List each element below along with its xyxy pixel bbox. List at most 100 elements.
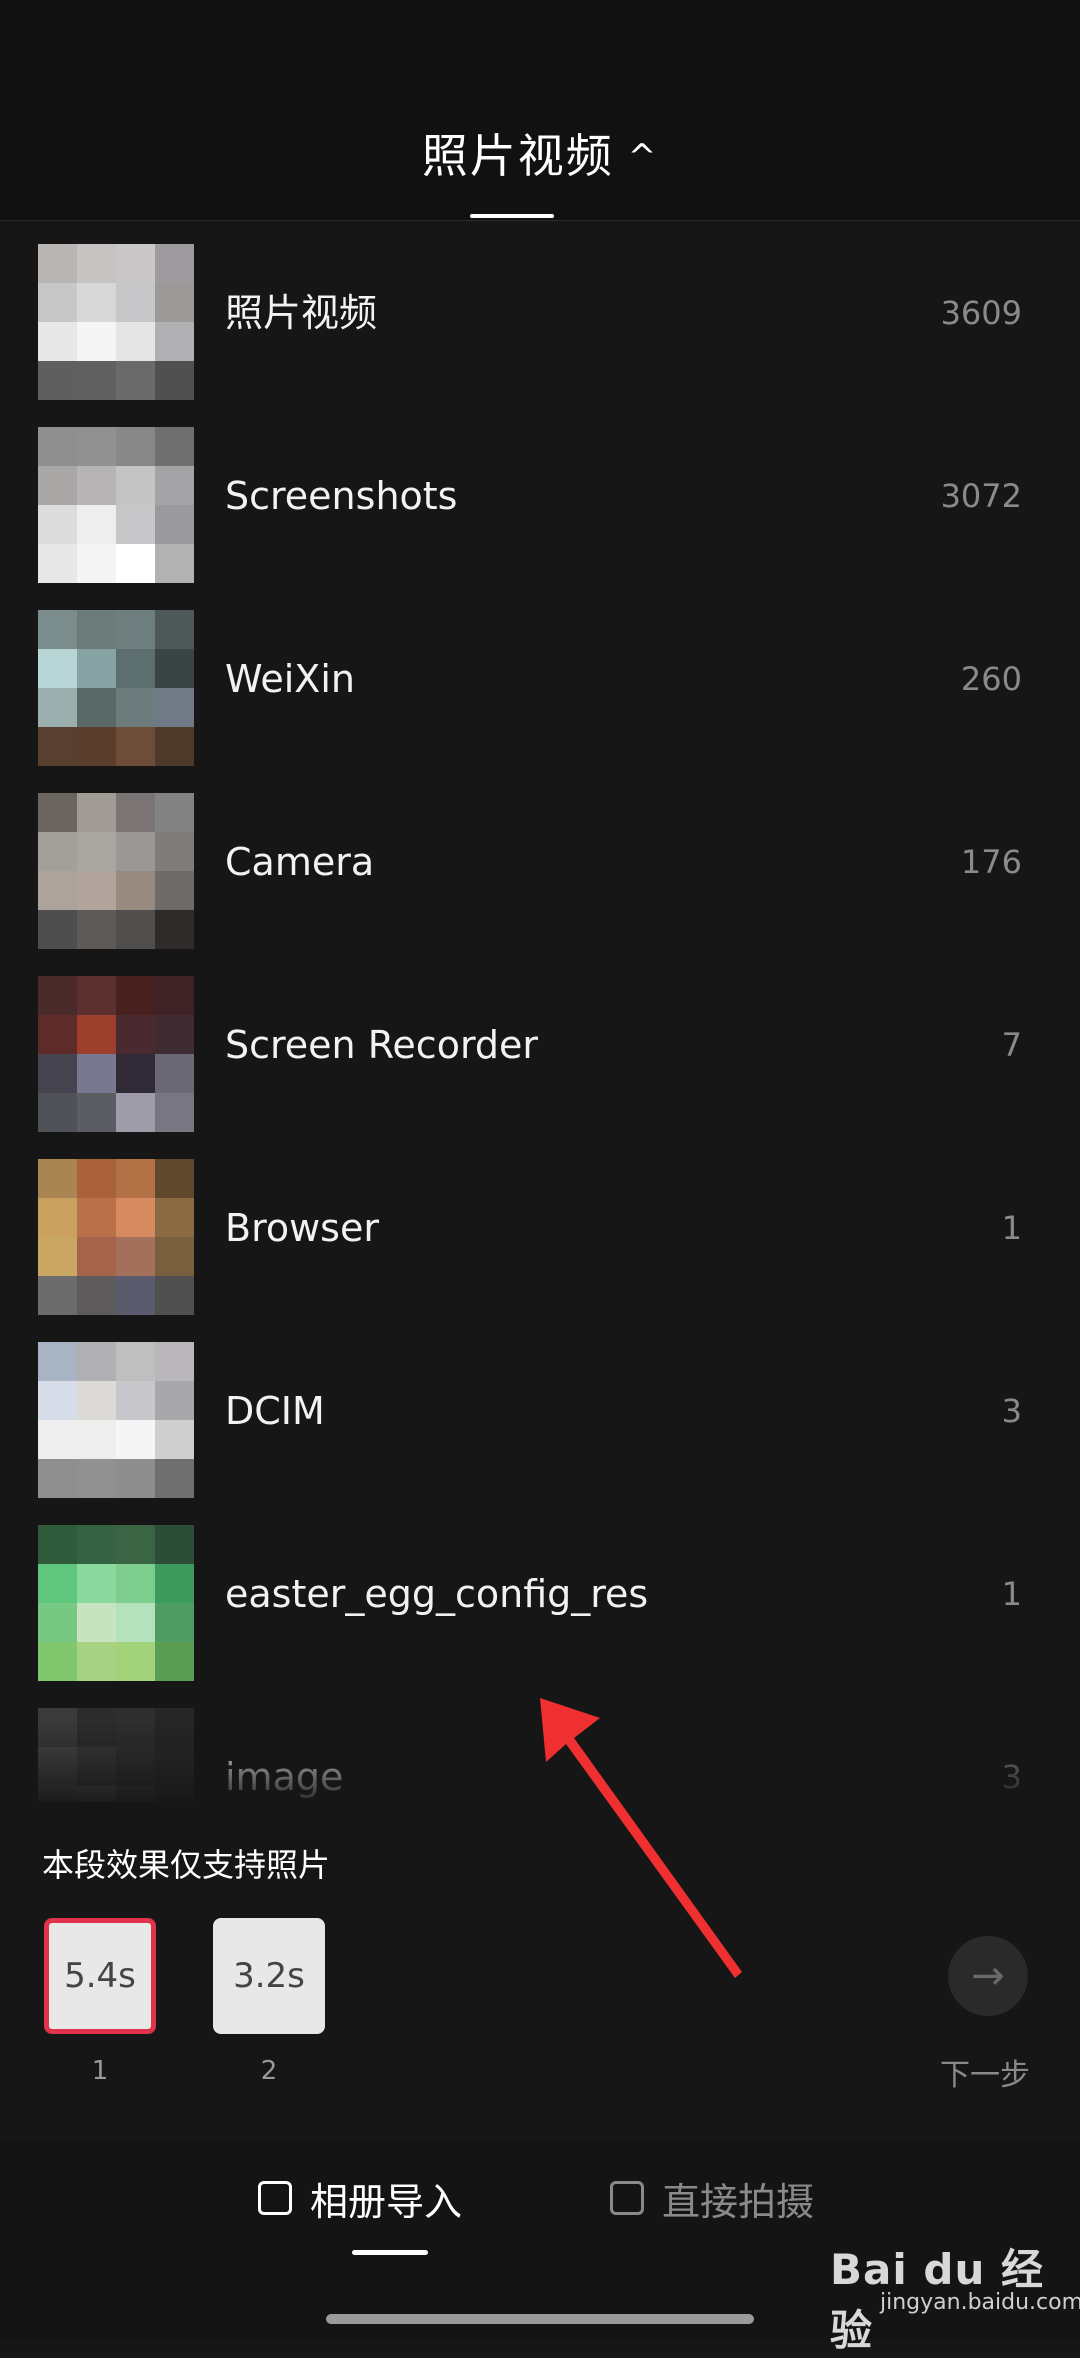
thumbnail-pixel xyxy=(116,832,155,871)
album-count: 3072 xyxy=(940,477,1022,515)
thumbnail-pixel xyxy=(77,1459,116,1498)
thumbnail-pixel xyxy=(155,1381,194,1420)
thumbnail-pixel xyxy=(116,1198,155,1237)
tab-album-import[interactable]: 相册导入 xyxy=(258,2148,462,2248)
thumbnail-pixel xyxy=(155,544,194,583)
thumbnail-pixel xyxy=(38,283,77,322)
thumbnail-pixel xyxy=(38,976,77,1015)
album-thumbnail xyxy=(38,244,194,400)
thumbnail-pixel xyxy=(77,544,116,583)
album-row[interactable]: Screen Recorder 7 xyxy=(0,954,1080,1137)
thumbnail-pixel xyxy=(77,1342,116,1381)
thumbnail-pixel xyxy=(155,283,194,322)
album-row[interactable]: easter_egg_config_res 1 xyxy=(0,1503,1080,1686)
thumbnail-pixel xyxy=(77,1198,116,1237)
thumbnail-pixel xyxy=(77,1525,116,1564)
tab-underline xyxy=(352,2250,428,2255)
thumbnail-pixel xyxy=(155,1198,194,1237)
album-name: easter_egg_config_res xyxy=(225,1572,649,1616)
next-button[interactable]: → xyxy=(948,1936,1028,2016)
thumbnail-pixel xyxy=(77,610,116,649)
album-thumbnail xyxy=(38,976,194,1132)
album-row[interactable]: Camera 176 xyxy=(0,771,1080,954)
thumbnail-pixel xyxy=(38,610,77,649)
thumbnail-pixel xyxy=(77,1276,116,1315)
thumbnail-pixel xyxy=(38,505,77,544)
thumbnail-pixel xyxy=(155,1237,194,1276)
album-row[interactable]: WeiXin 260 xyxy=(0,588,1080,771)
thumbnail-pixel xyxy=(38,1420,77,1459)
thumbnail-pixel xyxy=(38,793,77,832)
album-list[interactable]: 照片视频 3609 Screenshots 3072 WeiXin 260 Ca… xyxy=(0,222,1080,1802)
thumbnail-pixel xyxy=(116,1459,155,1498)
thumbnail-pixel xyxy=(155,1420,194,1459)
thumbnail-pixel xyxy=(116,1603,155,1642)
next-label: 下一步 xyxy=(940,2058,1030,2093)
home-indicator[interactable] xyxy=(326,2314,754,2324)
chevron-up-icon: ^ xyxy=(627,137,659,177)
list-fade xyxy=(0,1720,1080,1810)
album-row[interactable]: DCIM 3 xyxy=(0,1320,1080,1503)
album-row[interactable]: Screenshots 3072 xyxy=(0,405,1080,588)
thumbnail-pixel xyxy=(77,1603,116,1642)
thumbnail-pixel xyxy=(155,649,194,688)
album-name: Browser xyxy=(225,1206,379,1250)
thumbnail-pixel xyxy=(116,1525,155,1564)
thumbnail-pixel xyxy=(77,1015,116,1054)
thumbnail-pixel xyxy=(77,505,116,544)
album-thumbnail xyxy=(38,610,194,766)
album-count: 260 xyxy=(960,660,1022,698)
thumbnail-pixel xyxy=(38,322,77,361)
thumbnail-pixel xyxy=(155,1642,194,1681)
clip-slot-1[interactable]: 5.4s xyxy=(44,1918,156,2034)
thumbnail-pixel xyxy=(77,832,116,871)
album-selector[interactable]: 照片视频 ^ xyxy=(0,120,1080,186)
thumbnail-pixel xyxy=(38,1237,77,1276)
thumbnail-pixel xyxy=(77,244,116,283)
thumbnail-pixel xyxy=(116,1642,155,1681)
thumbnail-pixel xyxy=(155,244,194,283)
thumbnail-pixel xyxy=(38,1525,77,1564)
tab-direct-shoot[interactable]: 直接拍摄 xyxy=(610,2148,814,2248)
thumbnail-pixel xyxy=(77,322,116,361)
album-count: 1 xyxy=(1001,1209,1022,1247)
thumbnail-pixel xyxy=(77,871,116,910)
thumbnail-pixel xyxy=(116,322,155,361)
thumbnail-pixel xyxy=(155,832,194,871)
arrow-right-icon: → xyxy=(971,1953,1005,1999)
album-name: Screen Recorder xyxy=(225,1023,539,1067)
tab-label: 直接拍摄 xyxy=(662,2179,815,2224)
thumbnail-pixel xyxy=(38,1093,77,1132)
album-row[interactable]: Browser 1 xyxy=(0,1137,1080,1320)
thumbnail-pixel xyxy=(155,466,194,505)
thumbnail-pixel xyxy=(38,1276,77,1315)
photo-only-notice: 本段效果仅支持照片 xyxy=(42,1846,331,1884)
thumbnail-pixel xyxy=(116,910,155,949)
thumbnail-pixel xyxy=(77,361,116,400)
thumbnail-pixel xyxy=(77,793,116,832)
thumbnail-pixel xyxy=(38,1054,77,1093)
thumbnail-pixel xyxy=(116,283,155,322)
clip-slot-2[interactable]: 3.2s xyxy=(213,1918,325,2034)
thumbnail-pixel xyxy=(116,244,155,283)
thumbnail-pixel xyxy=(116,727,155,766)
album-count: 7 xyxy=(1001,1026,1022,1064)
thumbnail-pixel xyxy=(77,1093,116,1132)
thumbnail-pixel xyxy=(38,244,77,283)
thumbnail-pixel xyxy=(116,1093,155,1132)
album-name: Camera xyxy=(225,840,375,884)
thumbnail-pixel xyxy=(116,1276,155,1315)
header: 照片视频 ^ xyxy=(0,0,1080,221)
thumbnail-pixel xyxy=(116,1381,155,1420)
album-thumbnail xyxy=(38,1342,194,1498)
thumbnail-pixel xyxy=(77,1159,116,1198)
thumbnail-pixel xyxy=(77,466,116,505)
thumbnail-pixel xyxy=(155,793,194,832)
thumbnail-pixel xyxy=(116,649,155,688)
thumbnail-pixel xyxy=(77,1237,116,1276)
thumbnail-pixel xyxy=(155,1015,194,1054)
thumbnail-pixel xyxy=(77,283,116,322)
thumbnail-pixel xyxy=(116,1237,155,1276)
album-row[interactable]: 照片视频 3609 xyxy=(0,222,1080,405)
thumbnail-pixel xyxy=(38,1642,77,1681)
